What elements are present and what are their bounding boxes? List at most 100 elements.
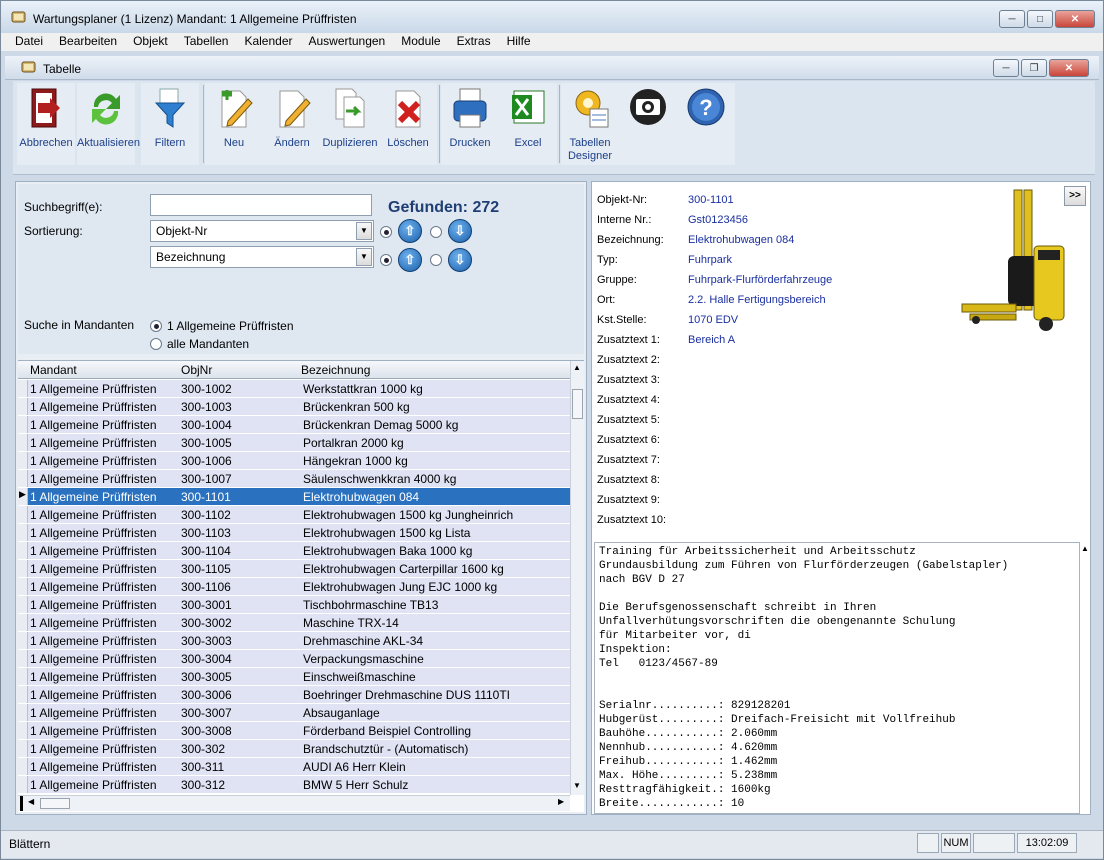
tabellen-designer-button[interactable]: Tabellen Designer: [561, 83, 619, 165]
column-header-bezeichnung[interactable]: Bezeichnung: [301, 363, 370, 377]
menu-hilfe[interactable]: Hilfe: [499, 33, 539, 51]
memo-scroll-up-icon[interactable]: ▲: [1081, 544, 1089, 553]
scroll-left-icon[interactable]: ◀: [28, 797, 34, 806]
table-row[interactable]: 1 Allgemeine Prüffristen 300-1106 Elektroh…: [18, 578, 570, 596]
expand-button[interactable]: >>: [1064, 186, 1086, 206]
sort1-desc-radio[interactable]: [430, 226, 442, 238]
menu-objekt[interactable]: Objekt: [125, 33, 176, 51]
menu-kalender[interactable]: Kalender: [236, 33, 300, 51]
table-row[interactable]: 1 Allgemeine Prüffristen 300-1005 Portalkr…: [18, 434, 570, 452]
child-minimize-button[interactable]: ─: [993, 59, 1019, 77]
title-bar[interactable]: Wartungsplaner (1 Lizenz) Mandant: 1 All…: [1, 1, 1103, 33]
camera-button[interactable]: [619, 83, 677, 165]
mandant-option-all-radio[interactable]: [150, 338, 162, 350]
sort2-asc-arrow-icon[interactable]: ⇧: [398, 248, 422, 272]
row-indicator[interactable]: [18, 452, 28, 469]
row-indicator[interactable]: [18, 722, 28, 739]
excel-button[interactable]: Excel: [499, 83, 557, 165]
row-indicator[interactable]: [18, 704, 28, 721]
row-indicator[interactable]: [18, 416, 28, 433]
table-row[interactable]: 1 Allgemeine Prüffristen 300-3007 Absaugan…: [18, 704, 570, 722]
table-row[interactable]: 1 Allgemeine Prüffristen 300-3006 Boehring…: [18, 686, 570, 704]
table-row[interactable]: 1 Allgemeine Prüffristen 300-312 BMW 5 Her…: [18, 776, 570, 794]
horizontal-scrollbar[interactable]: ◀ ▶: [18, 795, 570, 811]
filtern-button[interactable]: Filtern: [141, 83, 199, 165]
table-row[interactable]: 1 Allgemeine Prüffristen 300-1103 Elektroh…: [18, 524, 570, 542]
sort2-desc-radio[interactable]: [430, 254, 442, 266]
aendern-button[interactable]: Ändern: [263, 83, 321, 165]
row-indicator[interactable]: [18, 650, 28, 667]
table-row[interactable]: 1 Allgemeine Prüffristen 300-1105 Elektroh…: [18, 560, 570, 578]
sort1-desc-arrow-icon[interactable]: ⇩: [448, 219, 472, 243]
table-row[interactable]: 1 Allgemeine Prüffristen 300-3002 Maschine…: [18, 614, 570, 632]
row-indicator[interactable]: [18, 668, 28, 685]
table-row[interactable]: 1 Allgemeine Prüffristen 300-1007 Säulensc…: [18, 470, 570, 488]
row-indicator[interactable]: [18, 632, 28, 649]
table-row[interactable]: 1 Allgemeine Prüffristen 300-3008 Förderba…: [18, 722, 570, 740]
vertical-scrollbar[interactable]: ▲ ▼: [570, 361, 584, 795]
sort2-select[interactable]: Bezeichnung ▼: [150, 246, 374, 268]
maximize-button[interactable]: □: [1027, 10, 1053, 28]
column-header-mandant[interactable]: Mandant: [30, 363, 77, 377]
row-indicator[interactable]: [18, 686, 28, 703]
child-restore-button[interactable]: ❐: [1021, 59, 1047, 77]
menu-datei[interactable]: Datei: [9, 33, 51, 51]
menu-module[interactable]: Module: [393, 33, 448, 51]
row-indicator[interactable]: [18, 578, 28, 595]
table-row[interactable]: 1 Allgemeine Prüffristen 300-1104 Elektroh…: [18, 542, 570, 560]
table-row[interactable]: 1 Allgemeine Prüffristen 300-3005 Einschwe…: [18, 668, 570, 686]
row-indicator[interactable]: [18, 524, 28, 541]
loeschen-button[interactable]: Löschen: [379, 83, 437, 165]
row-indicator[interactable]: [18, 398, 28, 415]
table-row[interactable]: 1 Allgemeine Prüffristen 300-3003 Drehmasc…: [18, 632, 570, 650]
horizontal-scroll-thumb[interactable]: [40, 798, 70, 809]
table-row[interactable]: 1 Allgemeine Prüffristen 300-3004 Verpacku…: [18, 650, 570, 668]
child-title-bar[interactable]: Tabelle ─ ❐ ✕: [5, 56, 1099, 80]
scroll-down-icon[interactable]: ▼: [573, 781, 581, 790]
memo-scrollbar[interactable]: ▲: [1080, 542, 1090, 814]
row-indicator[interactable]: [18, 614, 28, 631]
table-row[interactable]: 1 Allgemeine Prüffristen 300-3001 Tischboh…: [18, 596, 570, 614]
row-indicator[interactable]: [18, 560, 28, 577]
duplizieren-button[interactable]: Duplizieren: [321, 83, 379, 165]
table-row[interactable]: 1 Allgemeine Prüffristen 300-1006 Hängekra…: [18, 452, 570, 470]
table-row[interactable]: ▶ 1 Allgemeine Prüffristen 300-1101 Elektro…: [18, 488, 570, 506]
row-indicator[interactable]: [18, 542, 28, 559]
sort1-asc-arrow-icon[interactable]: ⇧: [398, 219, 422, 243]
row-indicator[interactable]: [18, 380, 28, 397]
neu-button[interactable]: Neu: [205, 83, 263, 165]
table-row[interactable]: 1 Allgemeine Prüffristen 300-1102 Elektroh…: [18, 506, 570, 524]
sort1-asc-radio[interactable]: [380, 226, 392, 238]
scroll-right-icon[interactable]: ▶: [558, 797, 564, 806]
row-indicator[interactable]: [18, 776, 28, 793]
row-indicator[interactable]: [18, 470, 28, 487]
row-indicator[interactable]: [18, 740, 28, 757]
mandant-option-1-radio[interactable]: [150, 320, 162, 332]
table-row[interactable]: 1 Allgemeine Prüffristen 300-1004 Brückenk…: [18, 416, 570, 434]
help-button[interactable]: ?: [677, 83, 735, 165]
table-row[interactable]: 1 Allgemeine Prüffristen 300-1002 Werkstat…: [18, 380, 570, 398]
menu-auswertungen[interactable]: Auswertungen: [301, 33, 394, 51]
table-row[interactable]: 1 Allgemeine Prüffristen 300-1003 Brückenk…: [18, 398, 570, 416]
search-input[interactable]: [150, 194, 372, 216]
sort2-asc-radio[interactable]: [380, 254, 392, 266]
sort2-desc-arrow-icon[interactable]: ⇩: [448, 248, 472, 272]
close-button[interactable]: ✕: [1055, 10, 1095, 28]
column-header-objnr[interactable]: ObjNr: [181, 363, 212, 377]
chevron-down-icon[interactable]: ▼: [356, 248, 372, 266]
table-row[interactable]: 1 Allgemeine Prüffristen 300-311 AUDI A6 H…: [18, 758, 570, 776]
menu-extras[interactable]: Extras: [449, 33, 499, 51]
child-close-button[interactable]: ✕: [1049, 59, 1089, 77]
table-row[interactable]: 1 Allgemeine Prüffristen 300-302 Brandschu…: [18, 740, 570, 758]
chevron-down-icon[interactable]: ▼: [356, 222, 372, 240]
vertical-scroll-thumb[interactable]: [572, 389, 583, 419]
minimize-button[interactable]: ─: [999, 10, 1025, 28]
sort1-select[interactable]: Objekt-Nr ▼: [150, 220, 374, 242]
row-indicator[interactable]: [18, 758, 28, 775]
row-indicator[interactable]: [18, 434, 28, 451]
scroll-up-icon[interactable]: ▲: [573, 363, 581, 372]
abbrechen-button[interactable]: Abbrechen: [17, 83, 75, 165]
memo-text[interactable]: Training für Arbeitssicherheit und Arbei…: [594, 542, 1080, 814]
drucken-button[interactable]: Drucken: [441, 83, 499, 165]
aktualisieren-button[interactable]: Aktualisieren: [77, 83, 140, 165]
